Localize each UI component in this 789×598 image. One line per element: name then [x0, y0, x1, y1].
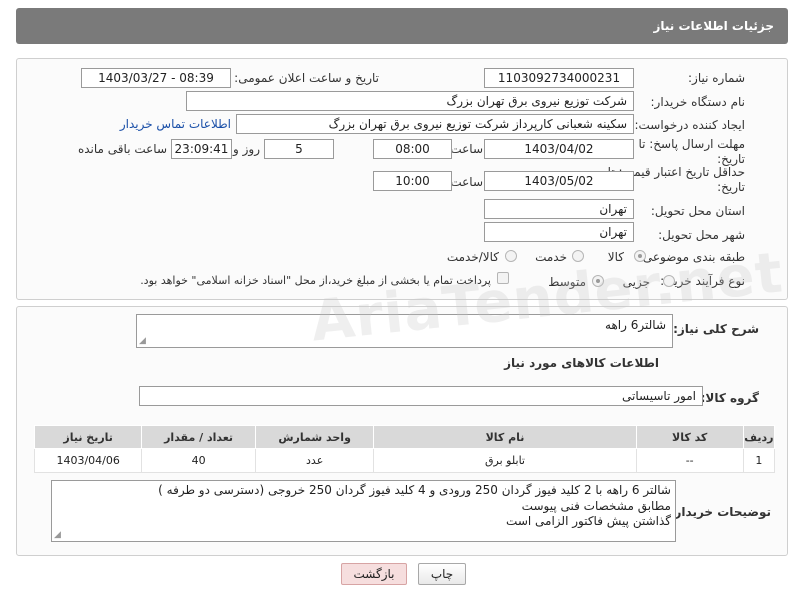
category-radio-service[interactable]: [572, 250, 584, 262]
buyer-notes-textarea[interactable]: شالتر 6 راهه با 2 کلید فیوز گردان 250 ور…: [51, 480, 676, 542]
cell-unit: عدد: [254, 448, 375, 473]
reply-remaining-field: 23:09:41: [171, 139, 232, 159]
reply-date-field: 1403/04/02: [484, 139, 634, 159]
buyer-contact-link[interactable]: اطلاعات تماس خریدار: [120, 117, 231, 131]
category-option-goods: کالا: [607, 250, 624, 264]
reply-days-field: 5: [264, 139, 334, 159]
need-number-label: شماره نیاز:: [688, 71, 745, 85]
purchase-type-radio-medium[interactable]: [592, 275, 604, 287]
page-title: جزئیات اطلاعات نیاز: [653, 19, 774, 33]
purchase-type-option-minor: جزیی: [622, 275, 650, 289]
header-bar: جزئیات اطلاعات نیاز: [16, 8, 788, 44]
category-option-service: خدمت: [535, 250, 567, 264]
reply-time-label: ساعت: [450, 142, 483, 156]
summary-textarea[interactable]: شالتر6 راهه ◢: [136, 314, 673, 348]
col-code: کد کالا: [635, 425, 744, 449]
buyer-notes-label: توضیحات خریدار:: [669, 505, 771, 519]
price-validity-label-2: تاریخ:: [717, 180, 745, 194]
buyer-org-label: نام دستگاه خریدار:: [650, 95, 746, 109]
resize-grip-icon: ◢: [54, 530, 61, 540]
col-qty: تعداد / مقدار: [141, 425, 256, 449]
resize-grip-icon: ◢: [139, 336, 146, 346]
buyer-notes-line-2: مطابق مشخصات فنی پیوست: [521, 499, 671, 513]
back-button[interactable]: بازگشت: [341, 563, 407, 585]
category-radio-goods-service[interactable]: [505, 250, 517, 262]
treasury-payment-checkbox[interactable]: [497, 272, 509, 284]
buyer-notes-line-3: گذاشتن پیش فاکتور الزامی است: [506, 514, 671, 528]
goods-group-field: امور تاسیساتی: [139, 386, 703, 406]
creator-field: سکینه شعبانی کارپرداز شرکت توزیع نیروی ب…: [236, 114, 634, 134]
col-row: ردیف: [742, 425, 776, 449]
cell-code: --: [635, 448, 744, 473]
need-number-field: 1103092734000231: [484, 68, 634, 88]
summary-label: شرح کلی نیاز:: [673, 322, 759, 336]
buyer-org-field: شرکت توزیع نیروی برق تهران بزرگ: [186, 91, 634, 111]
price-validity-time-label: ساعت: [450, 175, 483, 189]
col-name: نام کالا: [373, 425, 637, 449]
category-option-goods-service: کالا/خدمت: [446, 250, 499, 264]
col-date: تاریخ نیاز: [33, 425, 143, 449]
purchase-type-option-medium: متوسط: [548, 275, 586, 289]
delivery-province-label: استان محل تحویل:: [650, 204, 745, 218]
summary-text: شالتر6 راهه: [605, 318, 666, 332]
buyer-notes-line-1: شالتر 6 راهه با 2 کلید فیوز گردان 250 ور…: [158, 483, 671, 497]
delivery-city-field: تهران: [484, 222, 634, 242]
reply-remaining-label: ساعت باقی مانده: [77, 142, 167, 156]
reply-deadline-label-2: تاریخ:: [717, 152, 745, 166]
table-row: 1 -- تابلو برق عدد 40 1403/04/06: [33, 448, 776, 473]
cell-date: 1403/04/06: [33, 448, 143, 473]
creator-label: ایجاد کننده درخواست:: [634, 118, 745, 132]
category-label: طبقه بندی موضوعی:: [638, 250, 745, 264]
reply-days-label: روز و: [233, 142, 260, 156]
purchase-type-radio-minor[interactable]: [663, 275, 675, 287]
delivery-province-field: تهران: [484, 199, 634, 219]
goods-group-label: گروه کالا:: [700, 391, 759, 405]
reply-time-field: 08:00: [373, 139, 452, 159]
cell-qty: 40: [141, 448, 256, 473]
cell-name: تابلو برق: [373, 448, 637, 473]
price-validity-date-field: 1403/05/02: [484, 171, 634, 191]
goods-section-title: اطلاعات کالاهای مورد نیاز: [504, 356, 659, 370]
cell-row: 1: [742, 448, 776, 473]
col-unit: واحد شمارش: [254, 425, 375, 449]
print-button[interactable]: چاپ: [418, 563, 466, 585]
price-validity-time-field: 10:00: [373, 171, 452, 191]
announce-label: تاریخ و ساعت اعلان عمومی:: [234, 71, 379, 85]
category-radio-goods[interactable]: [634, 250, 646, 262]
delivery-city-label: شهر محل تحویل:: [658, 228, 745, 242]
goods-table-header: ردیف کد کالا نام کالا واحد شمارش تعداد /…: [33, 425, 776, 449]
goods-table: ردیف کد کالا نام کالا واحد شمارش تعداد /…: [33, 425, 776, 473]
announce-field: 1403/03/27 - 08:39: [81, 68, 231, 88]
reply-deadline-label: مهلت ارسال پاسخ: تا: [638, 137, 745, 151]
treasury-payment-note: پرداخت تمام یا بخشی از مبلغ خرید،از محل …: [140, 274, 491, 287]
